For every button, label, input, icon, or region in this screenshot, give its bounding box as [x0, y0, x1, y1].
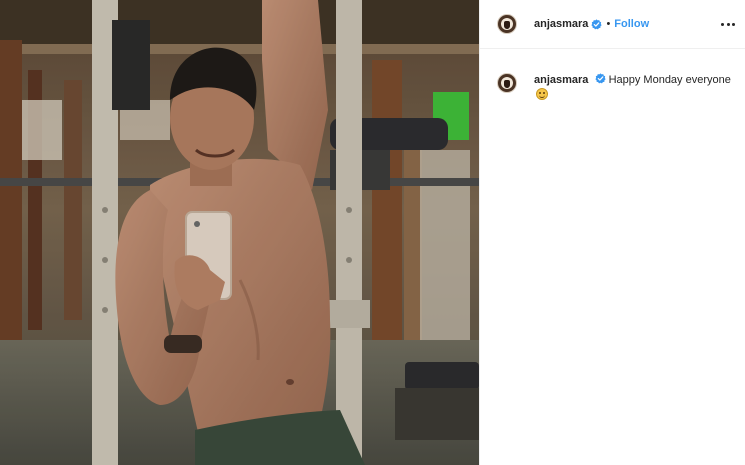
caption-text: Happy Monday everyone — [608, 74, 731, 86]
caption-verified-badge-icon — [594, 73, 606, 84]
caption-author-username[interactable]: anjasmara — [534, 74, 588, 86]
separator-dot: • — [606, 18, 611, 30]
post-side-panel: anjasmara • Follow anjasmara Happy Monda… — [479, 0, 745, 465]
gym-mirror-selfie-image — [0, 0, 479, 465]
author-username[interactable]: anjasmara — [534, 18, 588, 30]
instagram-post: anjasmara • Follow anjasmara Happy Monda… — [0, 0, 745, 465]
caption-body: anjasmara Happy Monday everyone — [534, 73, 737, 103]
caption-comment: anjasmara Happy Monday everyone — [497, 73, 737, 103]
verified-badge-icon — [591, 18, 603, 29]
post-header: anjasmara • Follow — [480, 0, 745, 49]
post-photo[interactable] — [0, 0, 479, 465]
more-options-icon[interactable] — [721, 17, 735, 31]
follow-button[interactable]: Follow — [614, 18, 649, 30]
author-avatar[interactable] — [497, 14, 517, 34]
caption-author-avatar[interactable] — [497, 73, 517, 93]
smiling-face-emoji-icon — [536, 88, 548, 100]
